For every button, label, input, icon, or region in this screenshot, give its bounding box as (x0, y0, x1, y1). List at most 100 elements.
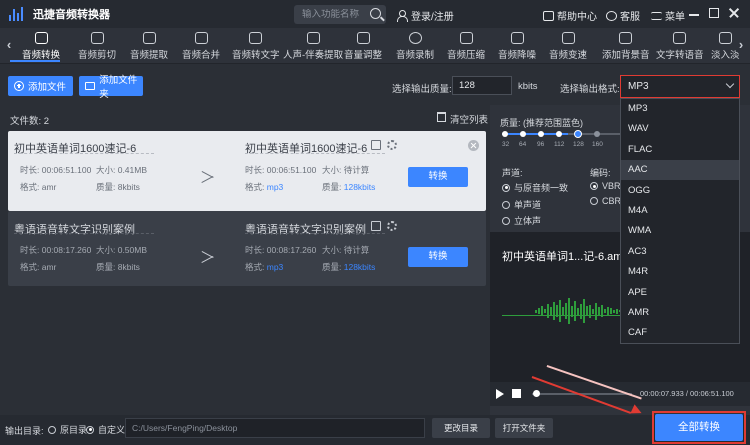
add-folder-button[interactable]: 添加文件夹 (79, 75, 143, 100)
output-path-field[interactable]: C:/Users/FengPing/Desktop (125, 418, 425, 438)
tab-vocal-extract[interactable]: 人声-伴奏提取 (283, 30, 343, 62)
tab-audio-cut[interactable]: 音频剪切 (78, 30, 116, 62)
stop-icon[interactable] (512, 389, 521, 398)
trash-icon[interactable] (437, 112, 446, 122)
output-format: 格式: mp3 (245, 262, 284, 272)
search-icon[interactable] (370, 8, 381, 19)
tab-audio-speed[interactable]: 音频变速 (549, 30, 587, 62)
vocal-icon (306, 32, 320, 44)
customer-service-button[interactable]: 客服 (606, 8, 640, 23)
menu-button[interactable]: 菜单 (651, 8, 685, 23)
waveform-bar (589, 304, 591, 318)
radio-icon (502, 216, 510, 225)
quality-slider-handle[interactable] (574, 130, 582, 138)
help-center-button[interactable]: 帮助中心 (543, 8, 597, 23)
channel-radio-original[interactable]: 与原音频一致 (502, 181, 568, 194)
radio-icon (502, 183, 510, 192)
format-option-m4r[interactable]: M4R (621, 262, 739, 282)
play-icon[interactable] (496, 389, 504, 399)
minimize-button[interactable] (687, 6, 701, 20)
playback-progress-handle[interactable] (533, 390, 540, 397)
format-option-flac[interactable]: FLAC (621, 140, 739, 160)
login-button[interactable]: 登录/注册 (396, 8, 454, 23)
format-option-m4a[interactable]: M4A (621, 201, 739, 221)
convert-icon (34, 32, 48, 44)
waveform-bar (568, 298, 570, 324)
close-button[interactable] (727, 6, 741, 20)
edit-icon[interactable] (371, 221, 381, 231)
slider-stop[interactable] (594, 131, 600, 137)
edit-icon[interactable] (371, 140, 381, 150)
tabs-next-arrow-icon[interactable]: › (736, 38, 746, 52)
waveform-bar (610, 308, 612, 314)
channel-radio-mono[interactable]: 单声道 (502, 198, 541, 211)
help-icon (543, 10, 554, 21)
app-logo-icon (9, 7, 27, 21)
output-size: 大小: 待计算 (322, 245, 370, 255)
output-radio-original[interactable]: 原目录 (48, 423, 87, 436)
tab-audio-merge[interactable]: 音频合并 (182, 30, 220, 62)
add-file-button[interactable]: 添加文件 (8, 76, 73, 96)
format-option-mp3[interactable]: MP3 (621, 99, 739, 119)
maximize-button[interactable] (707, 6, 721, 20)
tab-volume-adjust[interactable]: 音量调整 (344, 30, 382, 62)
active-tab-indicator (10, 60, 60, 62)
convert-button[interactable]: 转换 (408, 167, 468, 187)
format-option-ape[interactable]: APE (621, 283, 739, 303)
format-option-caf[interactable]: CAF (621, 323, 739, 343)
format-option-wav[interactable]: WAV (621, 119, 739, 139)
source-quality: 质量: 8kbits (96, 182, 140, 192)
waveform-bar (559, 300, 561, 322)
tab-audio-extract[interactable]: 音频提取 (130, 30, 168, 62)
tab-add-background[interactable]: 添加背景音 (602, 30, 650, 62)
convert-button[interactable]: 转换 (408, 247, 468, 267)
slider-stop[interactable] (538, 131, 544, 137)
tab-audio-to-text[interactable]: 音频转文字 (232, 30, 280, 62)
login-label: 登录/注册 (411, 12, 454, 23)
gear-icon[interactable] (387, 140, 397, 150)
format-option-ac3[interactable]: AC3 (621, 242, 739, 262)
file-row[interactable]: 初中英语单词1600速记-6 时长: 00:06:51.100 大小: 0.41… (8, 131, 486, 211)
quality-tick: 128 (573, 141, 584, 148)
tab-audio-denoise[interactable]: 音频降噪 (498, 30, 536, 62)
divider (14, 153, 154, 154)
clear-list-button[interactable]: 清空列表 (450, 112, 488, 126)
open-folder-button[interactable]: 打开文件夹 (495, 418, 553, 438)
format-option-amr[interactable]: AMR (621, 303, 739, 323)
slider-stop[interactable] (502, 131, 508, 137)
tab-text-to-speech[interactable]: 文字转语音 (656, 30, 704, 62)
format-value: MP3 (628, 81, 649, 92)
channel-radio-stereo[interactable]: 立体声 (502, 214, 541, 227)
speed-icon (561, 32, 575, 44)
quality-tick: 160 (592, 141, 603, 148)
waveform-bar (583, 299, 585, 323)
search-box[interactable] (294, 5, 386, 24)
gear-icon[interactable] (387, 221, 397, 231)
convert-all-button[interactable]: 全部转换 (655, 414, 743, 441)
encoding-radio-vbr[interactable]: VBR (590, 181, 621, 191)
quality-select[interactable]: 128 (452, 76, 512, 95)
encoding-radio-cbr[interactable]: CBR (590, 196, 621, 206)
format-option-ogg[interactable]: OGG (621, 181, 739, 201)
search-input[interactable] (302, 9, 366, 20)
file-row[interactable]: 粤语语音转文字识别案例 时长: 00:08:17.260 大小: 0.50MB … (8, 211, 486, 286)
tab-audio-convert[interactable]: 音频转换 (22, 30, 60, 62)
tab-audio-compress[interactable]: 音频压缩 (447, 30, 485, 62)
help-label: 帮助中心 (557, 12, 597, 23)
playback-time: 00:00:07.933 / 00:06:51.100 (640, 389, 734, 398)
tab-label: 音频转换 (22, 50, 61, 61)
format-option-wma[interactable]: WMA (621, 221, 739, 241)
source-file-name: 粤语语音转文字识别案例 (14, 224, 135, 236)
slider-stop[interactable] (520, 131, 526, 137)
divider (245, 153, 385, 154)
service-label: 客服 (620, 12, 640, 23)
tabs-prev-arrow-icon[interactable]: ‹ (4, 38, 14, 52)
output-radio-custom[interactable]: 自定义 (86, 423, 125, 436)
tab-audio-record[interactable]: 音频录制 (396, 30, 434, 62)
remove-file-icon[interactable] (468, 140, 479, 151)
format-option-aac[interactable]: AAC (621, 160, 739, 181)
slider-stop[interactable] (556, 131, 562, 137)
change-dir-button[interactable]: 更改目录 (432, 418, 490, 438)
format-select[interactable]: MP3 (620, 75, 740, 98)
waveform-bar (553, 302, 555, 320)
